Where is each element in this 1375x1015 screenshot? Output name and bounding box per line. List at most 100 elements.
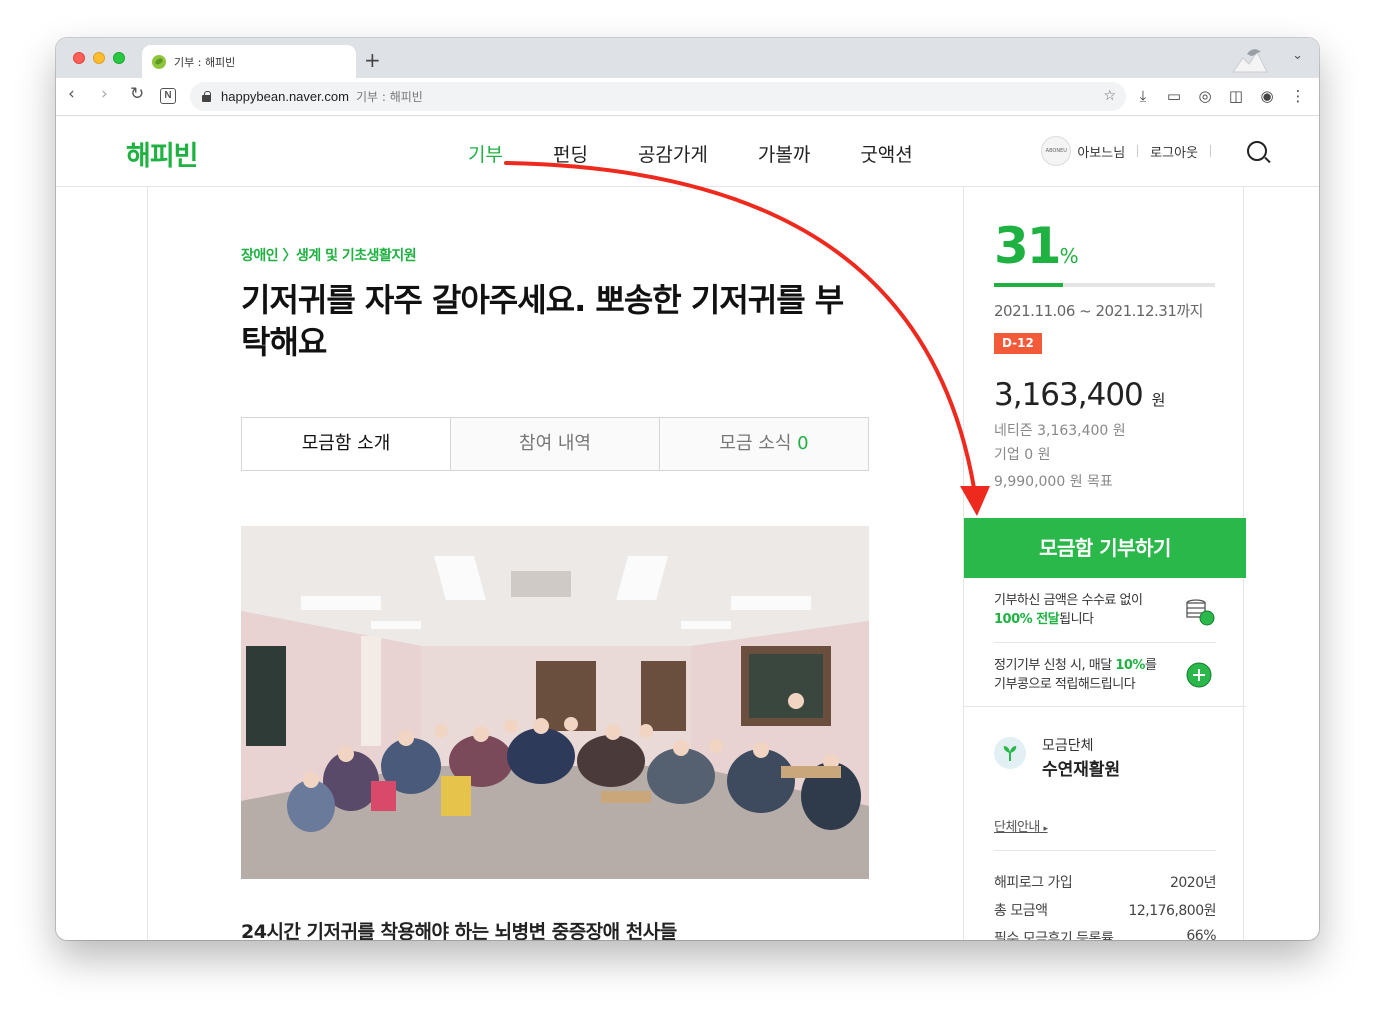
- organization-info-link[interactable]: 단체안내 ▸: [994, 816, 1048, 835]
- nav-visit[interactable]: 가볼까: [758, 140, 810, 167]
- raised-amount: 3,163,400 원: [994, 377, 1166, 413]
- divider: [994, 642, 1216, 643]
- lock-icon: [202, 91, 211, 102]
- tab-label: 모금 소식: [719, 433, 792, 454]
- tab-label: 참여 내역: [519, 433, 591, 454]
- stat-label: 필수 모금후기 등록률: [994, 931, 1114, 940]
- user-name[interactable]: 아보느님: [1077, 142, 1125, 161]
- bean-plus-icon: [1186, 662, 1212, 688]
- nav-good-action[interactable]: 굿액션: [860, 140, 912, 167]
- nav-donate[interactable]: 기부: [468, 140, 503, 167]
- category-breadcrumb[interactable]: 장애인 〉생계 및 기초생활지원: [241, 245, 417, 265]
- tab-news[interactable]: 모금 소식 0: [659, 418, 868, 470]
- stat-row-review-rate: 필수 모금후기 등록률 66%: [994, 928, 1216, 940]
- maximize-window-button[interactable]: [113, 52, 125, 64]
- fee-info-highlight: 100% 전달: [994, 612, 1060, 627]
- tab-bar: 기부 : 해피빈 + ⌄: [56, 38, 1319, 78]
- screenshot-icon[interactable]: ◎: [1196, 87, 1214, 105]
- menu-kebab-icon[interactable]: ⋮: [1289, 87, 1307, 105]
- reload-icon[interactable]: ↻: [130, 86, 144, 103]
- stat-value: 12,176,800원: [1128, 903, 1216, 919]
- sidebar-icon[interactable]: ◫: [1227, 87, 1245, 105]
- forward-icon[interactable]: ›: [101, 86, 108, 103]
- logout-link[interactable]: 로그아웃: [1150, 142, 1198, 161]
- bookmark-star-icon[interactable]: ☆: [1103, 88, 1116, 104]
- url-text: happybean.naver.com: [221, 89, 349, 104]
- stat-row-total: 총 모금액 12,176,800원: [994, 900, 1216, 920]
- progress-bar: [994, 283, 1215, 287]
- happybean-favicon-icon: [152, 54, 166, 69]
- stat-row-joined: 해피로그 가입 2020년: [994, 872, 1217, 892]
- content-area: 장애인 〉생계 및 기초생활지원 기저귀를 자주 갈아주세요. 뽀송한 기저귀를…: [147, 187, 1246, 940]
- tab-search-chevron-down-icon[interactable]: ⌄: [1292, 48, 1303, 63]
- url-page-title: 기부 : 해피빈: [355, 90, 423, 104]
- news-count: 0: [797, 433, 809, 454]
- divider: [964, 706, 1246, 707]
- chevron-right-icon: ▸: [1043, 824, 1048, 834]
- close-window-button[interactable]: [73, 52, 85, 64]
- browser-tab[interactable]: 기부 : 해피빈: [142, 45, 356, 78]
- percent-value: 31: [994, 217, 1062, 275]
- site-header: 해피빈 기부 펀딩 공감가게 가볼까 굿액션 ABONEU 아보느님 로그아웃: [56, 117, 1319, 187]
- tab-title: 기부 : 해피빈: [174, 55, 236, 69]
- regular-info-tail: 를: [1144, 658, 1157, 673]
- divider: [1210, 145, 1211, 157]
- nav-funding[interactable]: 펀딩: [553, 140, 588, 167]
- stat-label: 해피로그 가입: [994, 875, 1073, 891]
- donate-button[interactable]: 모금함 기부하기: [964, 518, 1246, 578]
- naver-extension-icon[interactable]: N: [160, 88, 176, 104]
- main-nav: 기부 펀딩 공감가게 가볼까 굿액션: [468, 140, 963, 167]
- regular-info-highlight: 10%: [1115, 658, 1145, 673]
- organization-info-link-label: 단체안내: [994, 820, 1040, 835]
- happybean-logo[interactable]: 해피빈: [126, 134, 199, 173]
- web-page: 해피빈 기부 펀딩 공감가게 가볼까 굿액션 ABONEU 아보느님 로그아웃 …: [56, 117, 1319, 940]
- address-bar[interactable]: happybean.naver.com 기부 : 해피빈 ☆: [190, 82, 1126, 111]
- profile-icon[interactable]: ◉: [1258, 87, 1276, 105]
- percent-unit: %: [1059, 244, 1079, 268]
- period-dates: 2021.11.06 ~ 2021.12.31: [994, 302, 1177, 320]
- campaign-photo: [241, 526, 869, 879]
- nav-shop[interactable]: 공감가게: [638, 140, 708, 167]
- organization-sprout-icon: [994, 737, 1026, 769]
- toolbar-icons: ⤓ ▭ ◎ ◫ ◉ ⋮: [1134, 87, 1307, 105]
- page-title: 기저귀를 자주 갈아주세요. 뽀송한 기저귀를 부탁해요: [241, 281, 844, 361]
- coins-icon: [1186, 599, 1215, 626]
- dday-badge: D-12: [994, 333, 1042, 354]
- search-icon[interactable]: [1247, 141, 1267, 161]
- cast-icon[interactable]: ▭: [1165, 87, 1183, 105]
- section-subheading: 24시간 기저귀를 착용해야 하는 뇌병변 중증장애 천사들: [241, 921, 677, 940]
- divider: [1137, 145, 1139, 157]
- stat-value: 66%: [1186, 928, 1216, 940]
- main-column: 장애인 〉생계 및 기초생활지원 기저귀를 자주 갈아주세요. 뽀송한 기저귀를…: [148, 187, 963, 940]
- organization-label: 모금단체: [1042, 738, 1094, 754]
- netizen-amount: 네티즌 3,163,400 원: [994, 423, 1126, 439]
- user-area: ABONEU 아보느님 로그아웃: [1041, 136, 1223, 166]
- tab-label: 모금함 소개: [301, 433, 391, 454]
- group-photo-image: [241, 526, 869, 879]
- fee-info-tail: 됩니다: [1059, 612, 1094, 627]
- organization-name[interactable]: 수연재활원: [1042, 755, 1120, 780]
- avatar[interactable]: ABONEU: [1041, 136, 1072, 166]
- minimize-window-button[interactable]: [93, 52, 105, 64]
- amount-unit: 원: [1151, 391, 1166, 409]
- divider: [994, 850, 1216, 851]
- goal-amount: 9,990,000 원 목표: [994, 474, 1113, 490]
- regular-info-pre: 정기기부 신청 시, 매달: [994, 658, 1116, 673]
- donation-panel: 31% 2021.11.06 ~ 2021.12.31까지 D-12 3,163…: [963, 187, 1246, 940]
- corporate-amount: 기업 0 원: [994, 447, 1051, 463]
- progress-percent: 31%: [994, 217, 1079, 275]
- amount-value: 3,163,400: [994, 377, 1144, 413]
- download-icon[interactable]: ⤓: [1134, 87, 1152, 105]
- browser-window: 기부 : 해피빈 + ⌄ ‹ › ↻ N happybean.naver.com…: [56, 38, 1319, 940]
- new-tab-button[interactable]: +: [364, 50, 381, 70]
- progress-fill: [994, 283, 1063, 287]
- campaign-tabs: 모금함 소개 참여 내역 모금 소식 0: [241, 417, 869, 471]
- bird-mountain-decoration-icon: [1232, 49, 1268, 73]
- tab-introduction[interactable]: 모금함 소개: [242, 418, 450, 470]
- tab-participation[interactable]: 참여 내역: [450, 418, 659, 470]
- period-suffix: 까지: [1176, 302, 1203, 320]
- stat-value: 2020년: [1169, 875, 1217, 891]
- campaign-period: 2021.11.06 ~ 2021.12.31까지: [994, 300, 1203, 321]
- back-icon[interactable]: ‹: [68, 86, 75, 103]
- stat-label: 총 모금액: [994, 903, 1048, 919]
